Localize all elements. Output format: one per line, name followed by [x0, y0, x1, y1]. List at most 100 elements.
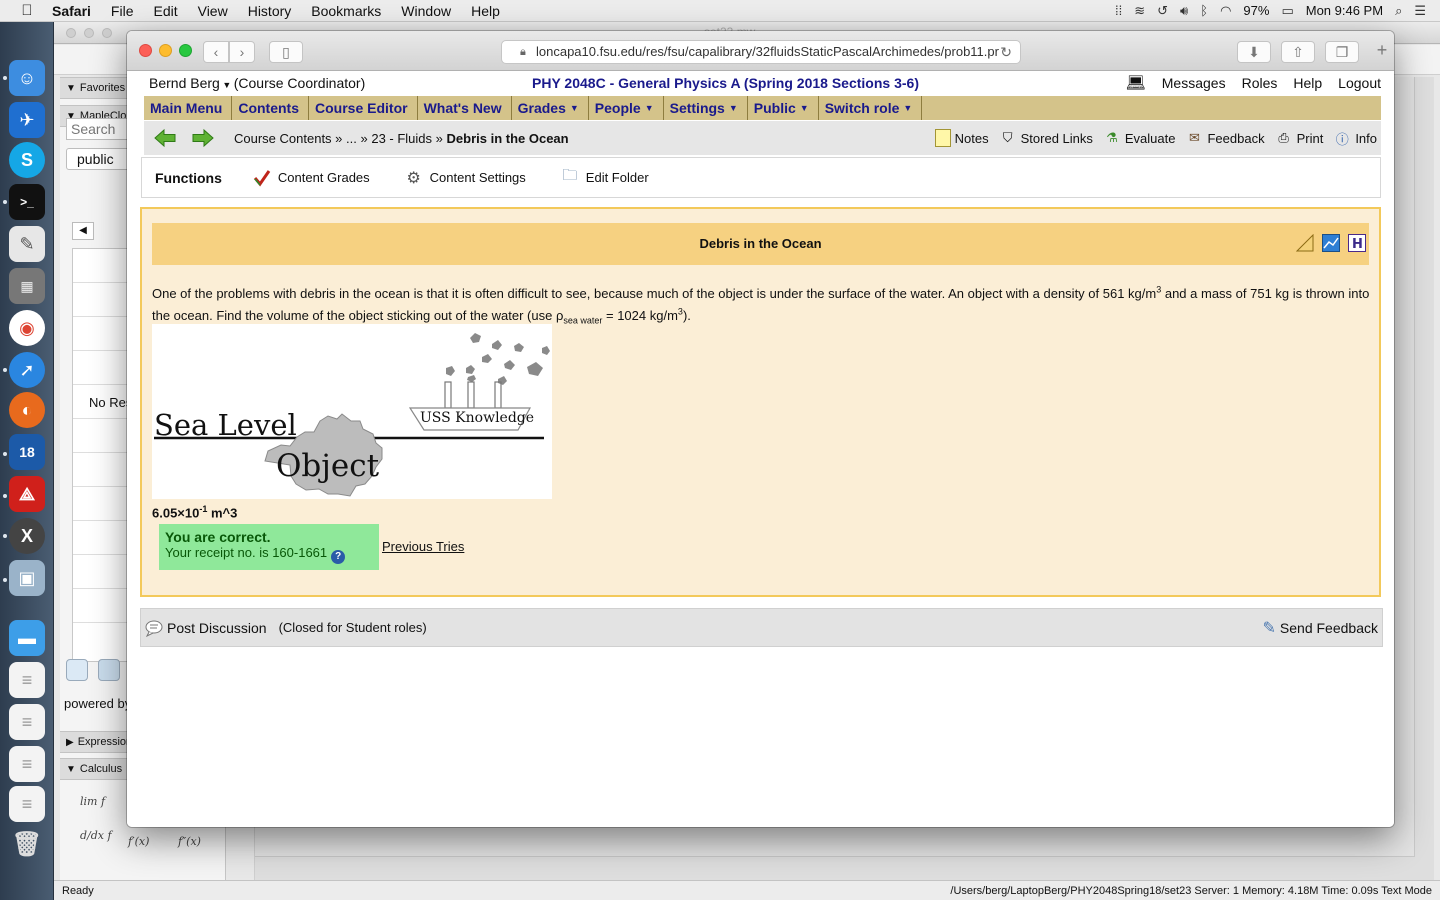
maple-settings-icon[interactable] [98, 659, 120, 681]
maple-back-arrow-icon[interactable]: ◀ [72, 222, 94, 240]
post-discussion-link[interactable]: Post Discussion [167, 620, 267, 636]
tabs-overview-button[interactable]: ❐ [1325, 41, 1359, 63]
menubar-clock[interactable]: Mon 9:46 PM [1306, 3, 1383, 18]
breadcrumb-folder[interactable]: 23 - Fluids [371, 131, 432, 146]
document-thumb-icon[interactable]: ≡ [9, 746, 45, 782]
apple-menu-icon[interactable]:  [12, 2, 42, 19]
menu-settings[interactable]: Settings ▼ [664, 96, 748, 120]
breadcrumb-course-contents[interactable]: Course Contents [234, 131, 332, 146]
new-tab-button[interactable]: + [1370, 40, 1394, 64]
status-extra-icon[interactable]: ⁞⁞ [1115, 3, 1122, 18]
forward-button[interactable]: › [229, 41, 255, 63]
menu-edit[interactable]: Edit [143, 3, 187, 19]
prime-symbol-icon[interactable]: f′(x) [128, 835, 149, 848]
sidebar-toggle-button[interactable]: ▯ [269, 41, 303, 63]
document-thumb-icon[interactable]: ≡ [9, 786, 45, 822]
feedback-button[interactable]: ✉ Feedback [1185, 129, 1265, 147]
menu-window[interactable]: Window [391, 3, 461, 19]
menu-history[interactable]: History [238, 3, 302, 19]
menu-bookmarks[interactable]: Bookmarks [301, 3, 391, 19]
menu-view[interactable]: View [188, 3, 238, 19]
document-thumb-icon[interactable]: ≡ [9, 662, 45, 698]
notification-center-icon[interactable]: ☰ [1414, 3, 1426, 19]
laptop-icon[interactable]: 💻︎ [1125, 73, 1145, 93]
previous-tries-link[interactable]: Previous Tries [382, 539, 464, 554]
menu-app-name[interactable]: Safari [42, 3, 101, 19]
zoom-window-button[interactable] [179, 44, 192, 57]
content-grades-link[interactable]: Content Grades [252, 168, 370, 188]
derivative-symbol-icon[interactable]: d/dx f [80, 829, 112, 842]
content-settings-link[interactable]: ⚙ Content Settings [404, 168, 526, 188]
close-window-button[interactable] [139, 44, 152, 57]
share-button[interactable]: ⇧ [1281, 41, 1315, 63]
x11-icon[interactable]: X [9, 518, 45, 554]
maple-close-button[interactable] [66, 28, 76, 38]
time-machine-icon[interactable]: ↺ [1157, 3, 1168, 19]
double-prime-symbol-icon[interactable]: f″(x) [178, 835, 201, 848]
back-button[interactable]: ‹ [203, 41, 229, 63]
notes-button[interactable]: Notes [934, 129, 989, 147]
menu-people[interactable]: People ▼ [589, 96, 664, 120]
help-question-icon[interactable]: ? [331, 549, 346, 564]
maple18-icon[interactable]: 18 [9, 434, 45, 470]
edit-folder-link[interactable]: 🗀︎ Edit Folder [560, 167, 648, 188]
maple-minimize-button[interactable] [84, 28, 94, 38]
limit-symbol-icon[interactable]: lim f [80, 795, 105, 808]
info-button[interactable]: ⓘ Info [1333, 129, 1377, 147]
acrobat-icon[interactable]: ⟁ [9, 476, 45, 512]
menu-whats-new[interactable]: What's New [418, 96, 512, 120]
print-button[interactable]: ⎙ Print [1275, 129, 1323, 147]
maple-zoom-button[interactable] [102, 28, 112, 38]
reload-icon[interactable]: ↻ [1000, 41, 1012, 63]
menu-grades[interactable]: Grades ▼ [512, 96, 589, 120]
battery-icon[interactable]: ▭ [1281, 3, 1293, 19]
wifi-icon[interactable]: ◠ [1220, 3, 1231, 19]
breadcrumb-ellipsis[interactable]: ... [346, 131, 357, 146]
folder-icon[interactable]: ▬ [9, 620, 45, 656]
hint-h-icon[interactable]: H [1347, 233, 1367, 253]
calculator-icon[interactable]: ▦ [9, 268, 45, 304]
triangle-ruler-icon[interactable] [1295, 233, 1315, 253]
spotlight-search-icon[interactable]: ⌕ [1395, 3, 1402, 19]
maple-refresh-icon[interactable] [66, 659, 88, 681]
messages-link[interactable]: Messages [1162, 75, 1226, 91]
mail-bird-icon[interactable]: ✈ [9, 102, 45, 138]
user-dropdown-icon[interactable]: ▼ [220, 80, 234, 90]
menu-switch-role[interactable]: Switch role ▼ [819, 96, 923, 120]
help-link[interactable]: Help [1293, 75, 1322, 91]
terminal-icon[interactable]: >_ [9, 184, 45, 220]
minimize-window-button[interactable] [159, 44, 172, 57]
menu-public[interactable]: Public ▼ [748, 96, 819, 120]
volume-icon[interactable]: 🔊︎ [1180, 3, 1188, 19]
menu-course-editor[interactable]: Course Editor [309, 96, 418, 120]
graph-chart-icon[interactable] [1321, 233, 1341, 253]
user-name[interactable]: Bernd Berg [149, 75, 220, 91]
finder-icon[interactable]: ☺ [9, 60, 45, 96]
safari-compass-icon[interactable]: ➚ [9, 352, 45, 388]
address-bar[interactable]: 🔒︎ loncapa10.fsu.edu/res/fsu/capalibrary… [501, 40, 1021, 64]
bluetooth-icon[interactable]: ᛒ [1200, 3, 1208, 18]
roles-link[interactable]: Roles [1242, 75, 1278, 91]
next-page-button[interactable] [190, 127, 216, 149]
sidebar-icon: ▯ [282, 43, 290, 60]
menu-main-menu[interactable]: Main Menu [144, 96, 233, 120]
trash-icon[interactable]: 🗑︎ [9, 826, 45, 862]
menu-file[interactable]: File [101, 3, 144, 19]
chrome-icon[interactable]: ◉ [9, 310, 45, 346]
previous-page-button[interactable] [152, 127, 178, 149]
menu-contents[interactable]: Contents [232, 96, 310, 120]
logout-link[interactable]: Logout [1338, 75, 1381, 91]
downloads-button[interactable]: ⬇ [1237, 41, 1271, 63]
document-thumb-icon[interactable]: ≡ [9, 704, 45, 740]
skype-icon[interactable]: S [9, 142, 45, 178]
send-feedback-link[interactable]: ✎ Send Feedback [1263, 618, 1378, 638]
menu-help[interactable]: Help [461, 3, 510, 19]
wifi-tools-icon[interactable]: ≋ [1134, 3, 1145, 19]
evaluate-button[interactable]: ⚗ Evaluate [1103, 129, 1175, 147]
stored-links-button[interactable]: ⛉ Stored Links [999, 129, 1093, 147]
discussion-icon[interactable] [143, 618, 165, 638]
textedit-icon[interactable]: ✎ [9, 226, 45, 262]
red-checkmark-icon [252, 168, 272, 188]
firefox-icon[interactable]: ◐ [9, 392, 45, 428]
preview-icon[interactable]: ▣ [9, 560, 45, 596]
